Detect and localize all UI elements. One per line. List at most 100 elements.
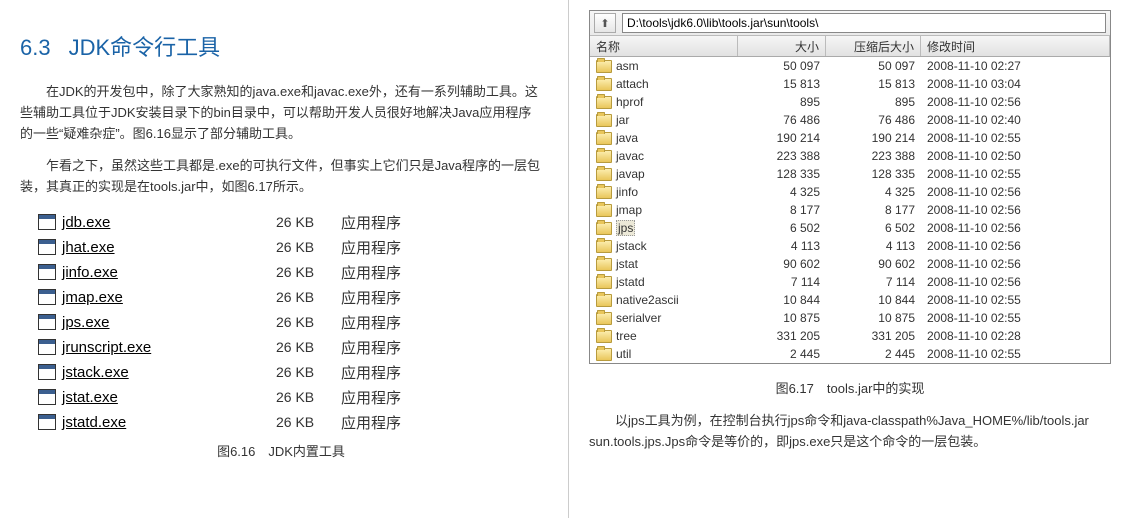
explorer-row[interactable]: jstat90 60290 6022008-11-10 02:56 [590, 255, 1110, 273]
row-csize: 76 486 [826, 113, 921, 127]
row-csize: 4 325 [826, 185, 921, 199]
row-size: 90 602 [738, 257, 826, 271]
row-name: jinfo [616, 185, 638, 199]
explorer-row[interactable]: attach15 81315 8132008-11-10 03:04 [590, 75, 1110, 93]
row-size: 331 205 [738, 329, 826, 343]
row-size: 128 335 [738, 167, 826, 181]
file-row[interactable]: jrunscript.exe26 KB应用程序 [38, 335, 542, 360]
row-csize: 8 177 [826, 203, 921, 217]
file-row[interactable]: jstack.exe26 KB应用程序 [38, 360, 542, 385]
figure-caption-right: 图6.17 tools.jar中的实现 [589, 378, 1111, 397]
row-csize: 128 335 [826, 167, 921, 181]
file-type: 应用程序 [341, 412, 401, 433]
exe-icon [38, 414, 56, 430]
explorer-row[interactable]: asm50 09750 0972008-11-10 02:27 [590, 57, 1110, 75]
explorer-row[interactable]: javap128 335128 3352008-11-10 02:55 [590, 165, 1110, 183]
row-csize: 50 097 [826, 59, 921, 73]
paragraph-2: 乍看之下，虽然这些工具都是.exe的可执行文件，但事实上它们只是Java程序的一… [20, 156, 542, 198]
file-row[interactable]: jmap.exe26 KB应用程序 [38, 285, 542, 310]
row-name: serialver [616, 311, 661, 325]
row-csize: 7 114 [826, 275, 921, 289]
file-size: 26 KB [276, 364, 341, 380]
file-row[interactable]: jstat.exe26 KB应用程序 [38, 385, 542, 410]
explorer-row[interactable]: jmap8 1778 1772008-11-10 02:56 [590, 201, 1110, 219]
folder-icon [596, 114, 612, 127]
header-size[interactable]: 大小 [738, 36, 826, 56]
row-mtime: 2008-11-10 03:04 [921, 77, 1110, 91]
explorer-row[interactable]: hprof8958952008-11-10 02:56 [590, 93, 1110, 111]
explorer-row[interactable]: serialver10 87510 8752008-11-10 02:55 [590, 309, 1110, 327]
folder-icon [596, 330, 612, 343]
folder-icon [596, 168, 612, 181]
row-mtime: 2008-11-10 02:55 [921, 293, 1110, 307]
file-row[interactable]: jdb.exe26 KB应用程序 [38, 210, 542, 235]
exe-icon [38, 389, 56, 405]
row-name: jstatd [616, 275, 645, 289]
row-size: 7 114 [738, 275, 826, 289]
page-right: ⬆ D:\tools\jdk6.0\lib\tools.jar\sun\tool… [569, 0, 1137, 518]
path-box[interactable]: D:\tools\jdk6.0\lib\tools.jar\sun\tools\ [622, 13, 1106, 33]
page-left: 6.3JDK命令行工具 在JDK的开发包中，除了大家熟知的java.exe和ja… [0, 0, 568, 518]
row-mtime: 2008-11-10 02:56 [921, 221, 1110, 235]
explorer-row[interactable]: jstack4 1134 1132008-11-10 02:56 [590, 237, 1110, 255]
file-type: 应用程序 [341, 237, 401, 258]
row-name: javap [616, 167, 645, 181]
exe-icon [38, 264, 56, 280]
explorer-row[interactable]: native2ascii10 84410 8442008-11-10 02:55 [590, 291, 1110, 309]
file-name: jdb.exe [62, 214, 276, 231]
file-list: jdb.exe26 KB应用程序jhat.exe26 KB应用程序jinfo.e… [38, 210, 542, 435]
header-name[interactable]: 名称 [590, 36, 738, 56]
explorer-row[interactable]: tree331 205331 2052008-11-10 02:28 [590, 327, 1110, 345]
paragraph-right: 以jps工具为例，在控制台执行jps命令和java-classpath%Java… [589, 411, 1111, 453]
file-row[interactable]: jinfo.exe26 KB应用程序 [38, 260, 542, 285]
folder-icon [596, 348, 612, 361]
explorer-row[interactable]: jinfo4 3254 3252008-11-10 02:56 [590, 183, 1110, 201]
row-name: attach [616, 77, 649, 91]
row-mtime: 2008-11-10 02:27 [921, 59, 1110, 73]
row-mtime: 2008-11-10 02:28 [921, 329, 1110, 343]
explorer-row[interactable]: jstatd7 1147 1142008-11-10 02:56 [590, 273, 1110, 291]
row-size: 76 486 [738, 113, 826, 127]
row-size: 6 502 [738, 221, 826, 235]
row-size: 2 445 [738, 347, 826, 361]
row-name: tree [616, 329, 637, 343]
row-size: 4 325 [738, 185, 826, 199]
row-csize: 190 214 [826, 131, 921, 145]
explorer-row[interactable]: java190 214190 2142008-11-10 02:55 [590, 129, 1110, 147]
row-name: jps [616, 220, 635, 236]
explorer-row[interactable]: util2 4452 4452008-11-10 02:55 [590, 345, 1110, 363]
file-name: jmap.exe [62, 289, 276, 306]
row-mtime: 2008-11-10 02:56 [921, 95, 1110, 109]
row-mtime: 2008-11-10 02:56 [921, 275, 1110, 289]
explorer-row[interactable]: jar76 48676 4862008-11-10 02:40 [590, 111, 1110, 129]
exe-icon [38, 239, 56, 255]
header-csize[interactable]: 压缩后大小 [826, 36, 921, 56]
row-mtime: 2008-11-10 02:56 [921, 203, 1110, 217]
file-size: 26 KB [276, 389, 341, 405]
row-size: 190 214 [738, 131, 826, 145]
file-row[interactable]: jps.exe26 KB应用程序 [38, 310, 542, 335]
row-size: 50 097 [738, 59, 826, 73]
exe-icon [38, 339, 56, 355]
row-name: jar [616, 113, 629, 127]
row-size: 8 177 [738, 203, 826, 217]
file-row[interactable]: jstatd.exe26 KB应用程序 [38, 410, 542, 435]
row-mtime: 2008-11-10 02:55 [921, 311, 1110, 325]
explorer-row[interactable]: jps6 5026 5022008-11-10 02:56 [590, 219, 1110, 237]
section-title: JDK命令行工具 [69, 35, 221, 60]
row-csize: 4 113 [826, 239, 921, 253]
exe-icon [38, 214, 56, 230]
explorer-row[interactable]: javac223 388223 3882008-11-10 02:50 [590, 147, 1110, 165]
row-mtime: 2008-11-10 02:56 [921, 185, 1110, 199]
folder-icon [596, 78, 612, 91]
path-text: D:\tools\jdk6.0\lib\tools.jar\sun\tools\ [627, 16, 818, 30]
header-mtime[interactable]: 修改时间 [921, 36, 1110, 56]
file-row[interactable]: jhat.exe26 KB应用程序 [38, 235, 542, 260]
file-size: 26 KB [276, 289, 341, 305]
file-type: 应用程序 [341, 337, 401, 358]
folder-icon [596, 204, 612, 217]
exe-icon [38, 364, 56, 380]
up-button[interactable]: ⬆ [594, 13, 616, 33]
file-type: 应用程序 [341, 212, 401, 233]
row-size: 895 [738, 95, 826, 109]
